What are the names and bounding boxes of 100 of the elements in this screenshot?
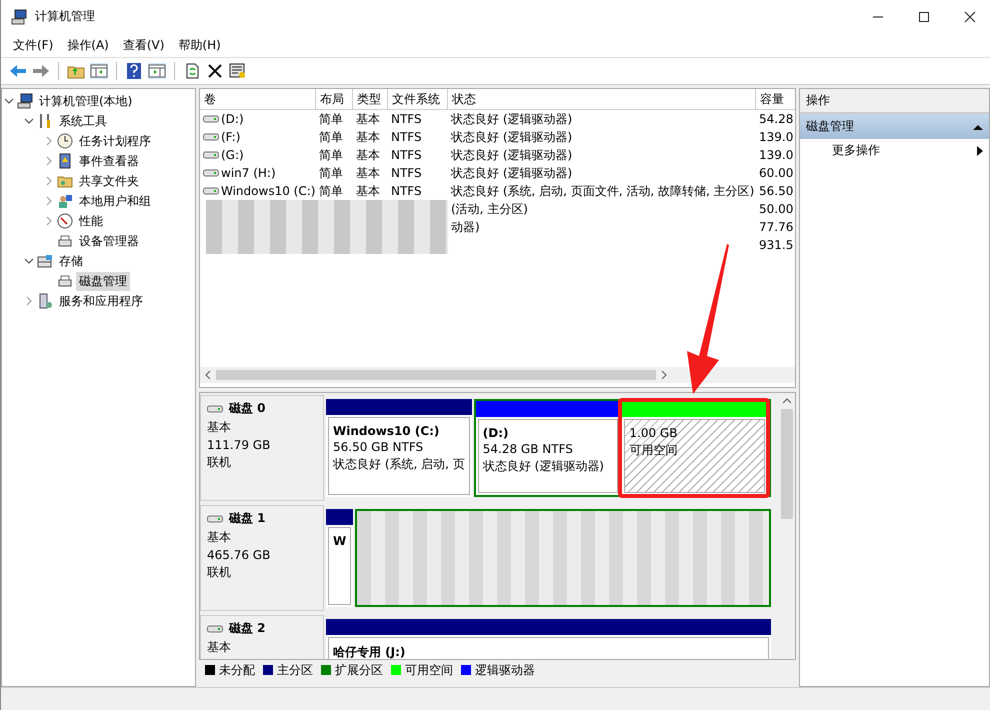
tree-item[interactable]: 存储 [56,252,86,270]
scroll-right-icon[interactable] [660,371,668,379]
table-cell: Windows10 (C:) [221,184,316,198]
tree-item[interactable]: 本地用户和组 [76,192,154,210]
disk-size: 465.76 GB [207,548,272,562]
partition-status: 状态良好 (系统, 启动, 页 [333,456,465,473]
partition-label: 哈仔专用 (J:) [333,644,406,659]
expand-chevron-icon[interactable] [44,216,54,226]
disk-size: 111.79 GB [207,438,272,452]
legend-label: 扩展分区 [335,662,383,678]
menu-item[interactable]: 帮助(H) [178,36,221,54]
table-cell: 56.50 [759,184,794,198]
action-pane-icon[interactable] [148,63,166,79]
table-cell: 基本 [356,128,380,146]
tools-icon [37,113,53,129]
horizontal-scrollbar[interactable] [200,367,795,383]
computer-icon [11,8,27,24]
partition-status: 可用空间 [629,442,678,459]
menu-item[interactable]: 操作(A) [67,36,109,54]
table-cell: 动器) [451,218,480,236]
legend-label: 可用空间 [405,662,453,678]
partition-label: (D:) [482,426,510,440]
table-cell: 简单 [319,110,343,128]
column-header[interactable]: 类型 [353,89,388,109]
disk-name: 磁盘 0 [229,400,266,417]
table-cell: (活动, 主分区) [451,200,528,218]
expand-chevron-icon[interactable] [44,156,54,166]
action-section[interactable]: 磁盘管理 [800,114,989,139]
partition-size: 56.50 GB NTFS [333,440,424,454]
column-header[interactable]: 状态 [448,89,756,109]
table-cell: 139.0 [759,130,794,144]
action-item[interactable]: 更多操作 [832,142,880,159]
column-header[interactable]: 文件系统 [388,89,448,109]
close-icon[interactable] [964,10,976,22]
collapse-chevron-icon[interactable] [24,256,34,266]
table-cell: NTFS [391,130,422,144]
menu-item[interactable]: 文件(F) [13,36,54,54]
tree-item[interactable]: 磁盘管理 [76,272,130,290]
partition-block[interactable]: Windows10 (C:) 56.50 GB NTFS 状态良好 (系统, 启动, 页 [326,399,472,497]
collapse-chevron-icon[interactable] [4,96,14,106]
collapse-chevron-icon[interactable] [24,116,34,126]
table-cell: 基本 [356,110,380,128]
partition-status: 状态良好 (逻辑驱动器) [482,458,605,475]
back-arrow-icon[interactable] [9,63,27,79]
tree-item[interactable]: 共享文件夹 [76,172,142,190]
forward-arrow-icon[interactable] [32,63,50,79]
partition-label: Windows10 (C:) [333,424,440,438]
legend-label: 逻辑驱动器 [475,662,535,678]
scroll-up-icon[interactable] [783,397,791,405]
partition-block[interactable]: (D:) 54.28 GB NTFS 状态良好 (逻辑驱动器) [476,401,620,495]
table-cell: 54.28 [759,112,794,126]
table-cell: 状态良好 (逻辑驱动器) [451,164,572,182]
tree-item[interactable]: 任务计划程序 [76,132,154,150]
table-cell: NTFS [391,112,422,126]
properties-icon[interactable] [229,63,247,79]
expand-chevron-icon[interactable] [44,176,54,186]
scroll-left-icon[interactable] [204,371,212,379]
table-cell: 139.0 [759,148,794,162]
section-title: 磁盘管理 [806,118,854,135]
table-cell: 简单 [319,146,343,164]
partition-size: 54.28 GB NTFS [482,442,574,456]
disk-type: 基本 [207,639,232,656]
tree-item[interactable]: 服务和应用程序 [56,292,146,310]
legend-label: 主分区 [277,662,313,678]
console-tree-icon[interactable] [90,63,108,79]
delete-icon[interactable] [206,63,224,79]
expand-chevron-icon[interactable] [44,136,54,146]
help-icon[interactable] [125,63,143,79]
expand-chevron-icon[interactable] [44,196,54,206]
menu-item[interactable]: 查看(V) [122,36,164,54]
users-icon [57,193,73,209]
server-icon [37,293,53,309]
table-cell: (D:) [221,112,244,126]
partition-block[interactable]: W [326,509,354,607]
table-cell: 基本 [356,146,380,164]
table-cell: (F:) [221,130,240,144]
tree-item[interactable]: 性能 [76,212,106,230]
table-cell: 简单 [319,164,343,182]
table-cell: NTFS [391,184,422,198]
tree-item[interactable]: 设备管理器 [76,232,142,250]
maximize-icon[interactable] [918,10,930,22]
window-title: 计算机管理 [35,8,95,25]
table-cell: win7 (H:) [221,166,276,180]
table-cell: (G:) [221,148,244,162]
table-cell: 状态良好 (逻辑驱动器) [451,146,572,164]
partition-block[interactable]: 哈仔专用 (J:) [326,619,771,659]
expand-chevron-icon[interactable] [24,296,34,306]
disk-name: 磁盘 1 [229,510,266,527]
table-cell: 状态良好 (逻辑驱动器) [451,128,572,146]
extended-partition[interactable]: (D:) 54.28 GB NTFS 状态良好 (逻辑驱动器) 1.00 GB 可用空间 [474,399,771,497]
storage-icon [37,253,53,269]
tree-item[interactable]: 计算机管理(本地) [36,92,136,110]
column-header[interactable]: 布局 [316,89,353,109]
pane-title: 操作 [800,89,989,114]
partition-size: 1.00 GB [629,426,678,440]
tree-item[interactable]: 事件查看器 [76,152,142,170]
table-cell: NTFS [391,166,422,180]
column-header[interactable]: 卷 [200,89,316,109]
tree-item[interactable]: 系统工具 [56,112,110,130]
table-cell: 简单 [319,182,343,200]
